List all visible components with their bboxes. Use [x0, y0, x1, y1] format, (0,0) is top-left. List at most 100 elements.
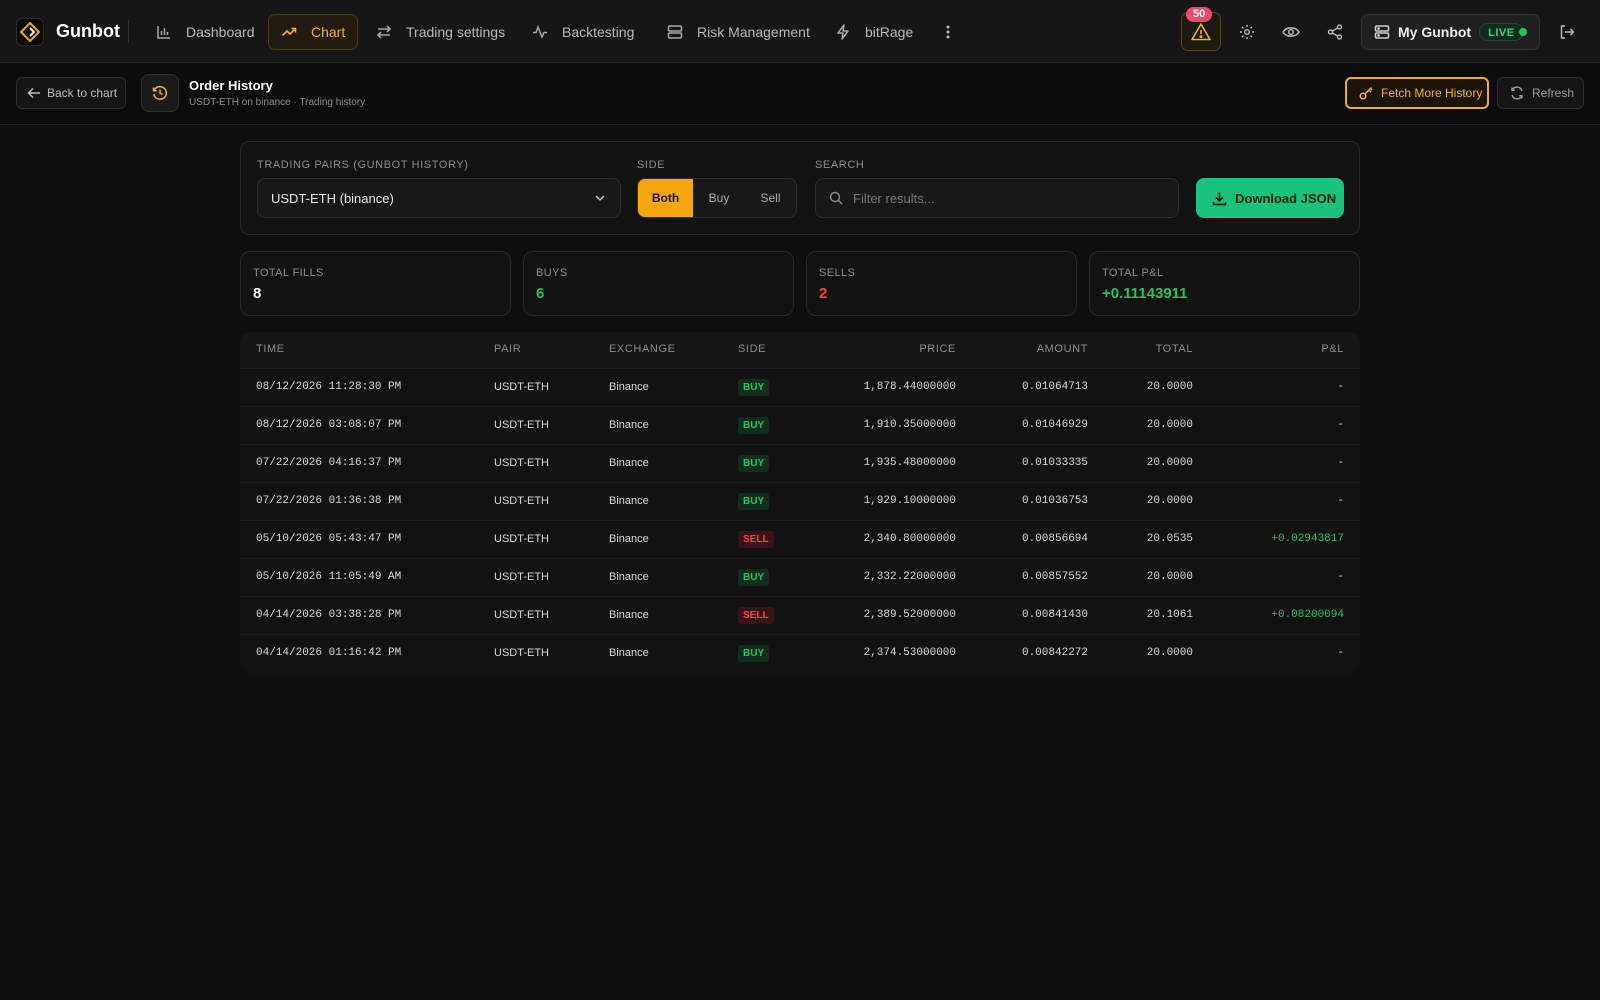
side-toggle-group: Both Buy Sell [637, 178, 797, 218]
cell-time: 04/14/2026 01:16:42 PM [256, 647, 402, 659]
side-badge: BUY [738, 645, 770, 662]
nav-item-trading-settings[interactable]: Trading settings [363, 14, 518, 50]
cell-total: 20.0535 [1146, 533, 1193, 545]
cell-exchange: Binance [609, 457, 649, 469]
column-header-exchange[interactable]: EXCHANGE [609, 343, 676, 355]
alerts-count-badge: 50 [1186, 7, 1213, 22]
cell-total: 20.0000 [1146, 647, 1193, 659]
settings-gear-icon[interactable] [1237, 22, 1257, 42]
cell-time: 08/12/2026 03:08:07 PM [256, 419, 402, 431]
cell-pair: USDT-ETH [494, 495, 549, 507]
column-header-price[interactable]: PRICE [806, 343, 956, 355]
cell-time: 07/22/2026 01:36:38 PM [256, 495, 402, 507]
column-header-time[interactable]: TIME [256, 343, 285, 355]
cell-price: 1,878.44000000 [863, 381, 956, 393]
search-field[interactable] [815, 178, 1179, 218]
column-header-side[interactable]: SIDE [738, 343, 766, 355]
table-row[interactable]: 08/12/2026 11:28:30 PM USDT-ETH Binance BUY… [240, 368, 1360, 406]
column-header-total[interactable]: TOTAL [1093, 343, 1193, 355]
cell-price: 2,332.22000000 [863, 571, 956, 583]
download-json-button[interactable]: Download JSON [1196, 178, 1344, 218]
cell-exchange: Binance [609, 571, 649, 583]
table-row[interactable]: 07/22/2026 04:16:37 PM USDT-ETH Binance BUY… [240, 444, 1360, 482]
nav-divider [128, 20, 129, 43]
cell-time: 05/10/2026 05:43:47 PM [256, 533, 402, 545]
history-icon [141, 74, 179, 112]
table-header: TIME PAIR EXCHANGE SIDE PRICE AMOUNT TOT… [240, 332, 1360, 368]
side-badge: BUY [738, 417, 770, 434]
logout-icon[interactable] [1557, 22, 1577, 42]
status-dot [1519, 28, 1527, 36]
cell-pair: USDT-ETH [494, 381, 549, 393]
stat-value: 2 [819, 285, 828, 302]
cell-pnl: - [1337, 647, 1344, 659]
column-header-amount[interactable]: AMOUNT [958, 343, 1088, 355]
side-option-both[interactable]: Both [638, 179, 693, 217]
cell-amount: 0.00856694 [1021, 533, 1088, 545]
cell-amount: 0.00841430 [1021, 609, 1088, 621]
activity-icon [532, 24, 548, 40]
selected-pair: USDT-ETH (binance) [271, 190, 394, 206]
fetch-more-history-button[interactable]: Fetch More History [1345, 77, 1489, 109]
nav-item-dashboard[interactable]: Dashboard [143, 14, 268, 50]
cell-pnl: - [1337, 457, 1344, 469]
brand-name: Gunbot [56, 21, 120, 41]
brand[interactable]: Gunbot [16, 17, 120, 46]
stat-label: SELLS [819, 267, 856, 279]
back-to-chart-button[interactable]: Back to chart [16, 77, 126, 109]
nav-item-risk-management[interactable]: Risk Management [654, 14, 823, 50]
side-option-buy[interactable]: Buy [693, 179, 745, 217]
nav-item-bitrage[interactable]: bitRage [822, 14, 926, 50]
top-navigation: Gunbot Dashboard Chart Trading settings … [0, 0, 1600, 63]
refresh-label: Refresh [1532, 86, 1575, 100]
cell-exchange: Binance [609, 419, 649, 431]
table-row[interactable]: 05/10/2026 11:05:49 AM USDT-ETH Binance BUY… [240, 558, 1360, 596]
download-icon [1212, 191, 1227, 206]
stat-sells: SELLS 2 [806, 251, 1077, 316]
nav-item-backtesting[interactable]: Backtesting [519, 14, 647, 50]
stat-buys: BUYS 6 [523, 251, 794, 316]
cell-price: 2,340.80000000 [863, 533, 956, 545]
cell-price: 1,910.35000000 [863, 419, 956, 431]
table-row[interactable]: 05/10/2026 05:43:47 PM USDT-ETH Binance SEL… [240, 520, 1360, 558]
table-row[interactable]: 07/22/2026 01:36:38 PM USDT-ETH Binance BUY… [240, 482, 1360, 520]
side-label: SIDE [637, 159, 666, 171]
page-title: Order History [189, 78, 273, 93]
nav-item-label: Chart [311, 24, 346, 40]
cell-pnl: - [1337, 571, 1344, 583]
side-badge: BUY [738, 493, 770, 510]
eye-icon[interactable] [1281, 22, 1301, 42]
live-badge: LIVE [1479, 23, 1524, 41]
page-header: Back to chart Order History USDT-ETH on … [0, 63, 1600, 125]
trading-pair-select[interactable]: USDT-ETH (binance) [257, 178, 621, 218]
refresh-button[interactable]: Refresh [1497, 77, 1584, 109]
chevron-down-icon [594, 192, 606, 204]
server-icon [1374, 24, 1390, 40]
cell-price: 2,374.53000000 [863, 647, 956, 659]
page-subtitle: USDT-ETH on binance · Trading history [189, 97, 366, 108]
cell-time: 08/12/2026 11:28:30 PM [256, 381, 402, 393]
search-input[interactable] [853, 190, 1163, 206]
cell-pair: USDT-ETH [494, 419, 549, 431]
side-option-sell[interactable]: Sell [745, 179, 796, 217]
cell-total: 20.1061 [1146, 609, 1193, 621]
table-row[interactable]: 04/14/2026 01:16:42 PM USDT-ETH Binance BUY… [240, 634, 1360, 672]
fetch-label: Fetch More History [1381, 86, 1483, 100]
nav-item-label: Dashboard [186, 24, 255, 40]
more-vertical-icon[interactable] [938, 22, 958, 42]
nav-item-chart[interactable]: Chart [268, 14, 359, 50]
table-row[interactable]: 08/12/2026 03:08:07 PM USDT-ETH Binance BUY… [240, 406, 1360, 444]
table-row[interactable]: 04/14/2026 03:38:28 PM USDT-ETH Binance SEL… [240, 596, 1360, 634]
stat-label: TOTAL P&L [1102, 267, 1164, 279]
cell-amount: 0.01064713 [1021, 381, 1088, 393]
share-icon[interactable] [1325, 22, 1345, 42]
my-gunbot-button[interactable]: My Gunbot LIVE [1361, 14, 1540, 50]
warning-icon [1191, 22, 1211, 42]
column-header-pair[interactable]: PAIR [494, 343, 521, 355]
column-header-pnl[interactable]: P&L [1224, 343, 1344, 355]
cell-time: 05/10/2026 11:05:49 AM [256, 571, 402, 583]
search-label: SEARCH [815, 159, 865, 171]
side-badge: BUY [738, 455, 770, 472]
cell-pair: USDT-ETH [494, 647, 549, 659]
cell-total: 20.0000 [1146, 571, 1193, 583]
